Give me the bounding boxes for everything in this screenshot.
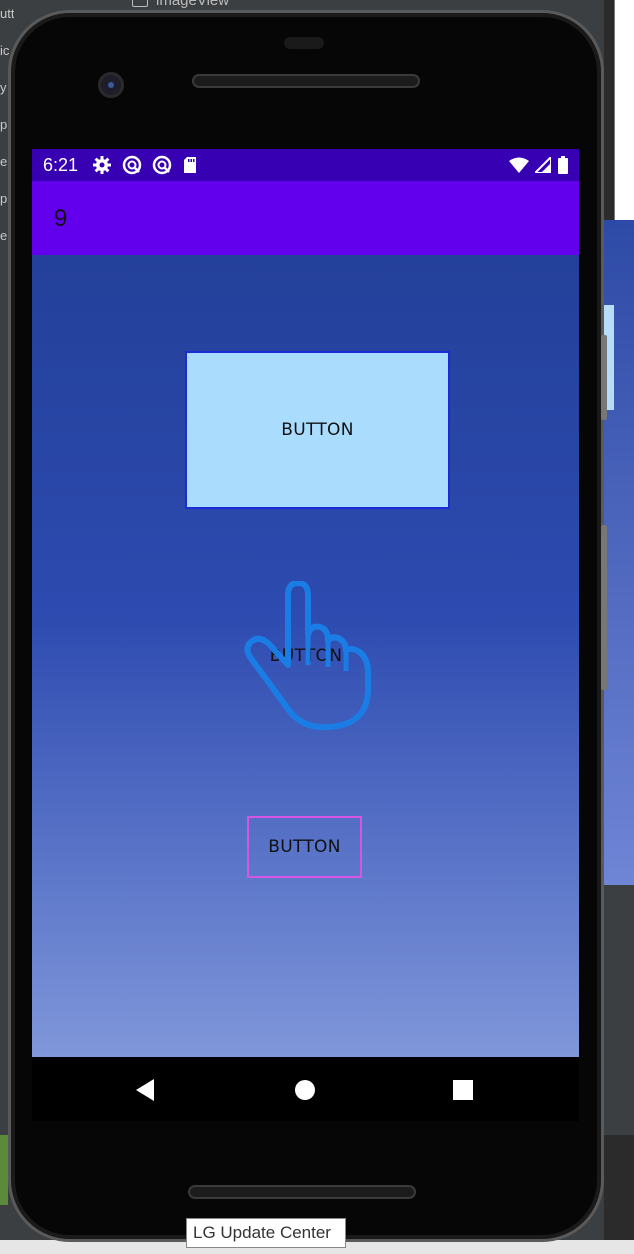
taskbar-tooltip: LG Update Center <box>186 1218 346 1248</box>
phone-screen: 6:21 9 BUTTON BUTTON BUTTON <box>32 149 579 1057</box>
primary-button[interactable]: BUTTON <box>185 351 450 509</box>
ide-left-fragment: uttons <box>0 6 14 21</box>
status-right-icons <box>509 154 569 176</box>
battery-icon <box>558 156 568 174</box>
volume-button[interactable] <box>601 525 607 690</box>
home-icon[interactable] <box>290 1075 320 1105</box>
ide-right-grey <box>604 885 634 1135</box>
content-area: BUTTON BUTTON BUTTON <box>32 255 579 1057</box>
wifi-icon <box>509 157 529 173</box>
sync-icon <box>152 155 172 175</box>
recents-icon[interactable] <box>448 1075 478 1105</box>
hand-button[interactable]: BUTTON <box>256 634 356 678</box>
outlined-button[interactable]: BUTTON <box>247 816 362 878</box>
signal-icon <box>535 157 551 173</box>
app-title: 9 <box>54 205 68 232</box>
proximity-sensor <box>284 37 324 49</box>
sync-icon <box>122 155 142 175</box>
app-bar: 9 <box>32 181 579 255</box>
settings-icon <box>93 156 111 174</box>
earpiece-speaker <box>192 74 420 88</box>
power-button[interactable] <box>601 335 607 420</box>
status-left-icons <box>92 154 198 176</box>
front-camera <box>98 72 124 98</box>
back-icon[interactable] <box>132 1075 162 1105</box>
ide-green-marker <box>0 1135 8 1205</box>
navigation-bar <box>32 1057 579 1121</box>
ide-palette-label: imageView <box>156 0 230 9</box>
status-time: 6:21 <box>43 155 79 175</box>
bottom-speaker <box>188 1185 416 1199</box>
image-icon <box>132 0 148 8</box>
status-bar: 6:21 <box>32 149 579 181</box>
sd-card-icon <box>184 157 196 173</box>
